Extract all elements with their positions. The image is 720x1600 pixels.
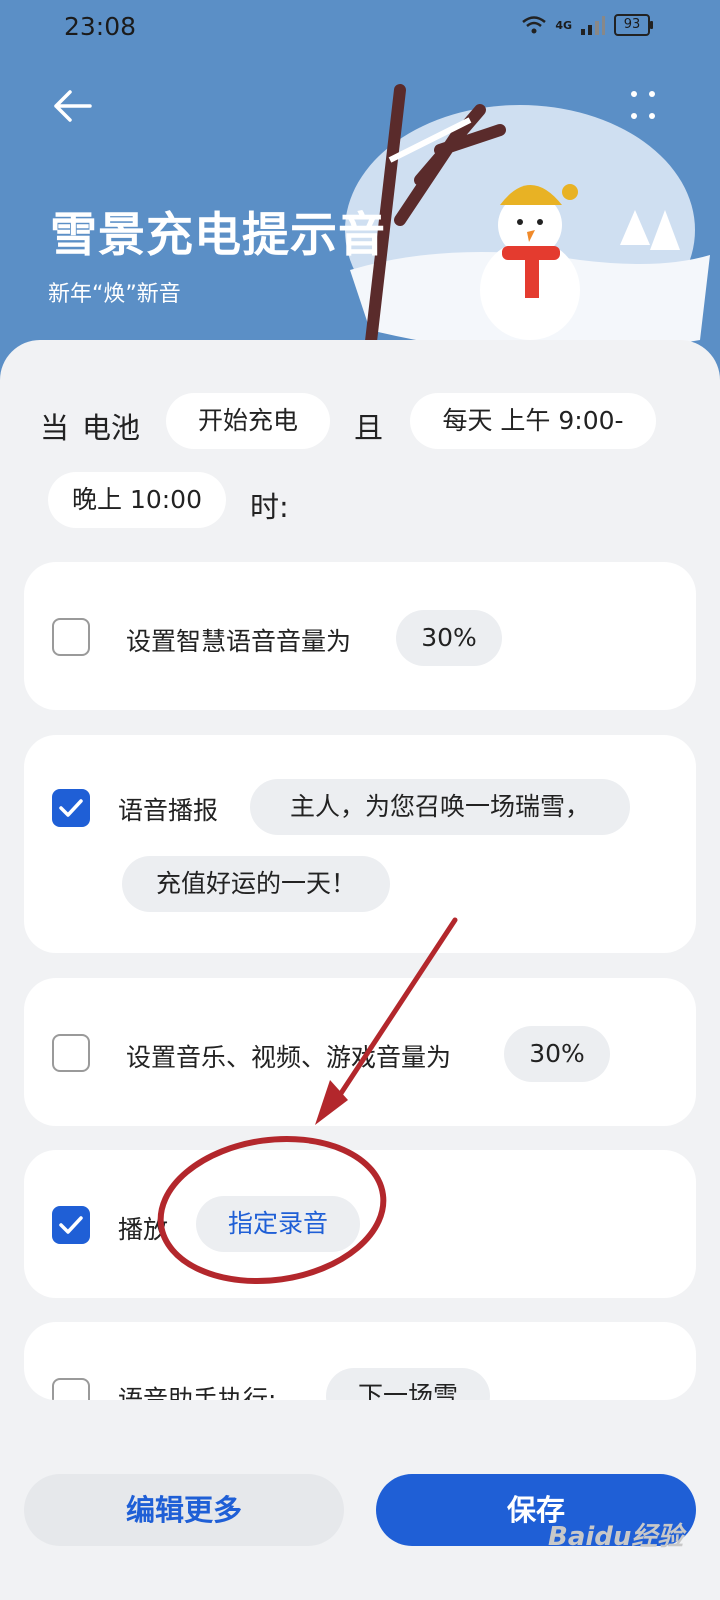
- content-sheet: [0, 340, 720, 1600]
- media-volume-value-pill[interactable]: 30%: [504, 1026, 610, 1082]
- condition-subject: 电池: [82, 411, 141, 445]
- action-card-play-recording: 播放 指定录音: [24, 1150, 696, 1298]
- action-label: 语音助手执行:: [118, 1385, 277, 1400]
- checkbox-voice-broadcast[interactable]: [52, 789, 90, 827]
- back-arrow-icon[interactable]: [50, 84, 94, 128]
- edit-more-button[interactable]: 编辑更多: [24, 1474, 344, 1546]
- action-label: 设置音乐、视频、游戏音量为: [126, 1043, 452, 1072]
- battery-state-chip[interactable]: 开始充电: [166, 393, 330, 449]
- action-label: 设置智慧语音音量为: [126, 627, 352, 656]
- more-dots-icon[interactable]: [628, 88, 660, 124]
- network-type: 4G: [555, 18, 572, 32]
- signal-icon: [581, 16, 605, 35]
- check-icon: [59, 799, 83, 817]
- snowman-illustration: [345, 84, 710, 356]
- checkbox-smart-voice-volume[interactable]: [52, 618, 90, 656]
- checkbox-voice-assistant[interactable]: [52, 1378, 90, 1400]
- watermark-text: Baidu经验: [548, 1522, 684, 1552]
- specified-recording-pill[interactable]: 指定录音: [196, 1196, 360, 1252]
- baidu-watermark: Baidu经验: [548, 1516, 683, 1553]
- action-label: 播放: [118, 1215, 169, 1244]
- wifi-icon: [522, 16, 547, 34]
- action-card-media-volume: 设置音乐、视频、游戏音量为 30%: [24, 978, 696, 1126]
- page-title: 雪景充电提示音: [50, 208, 386, 263]
- battery-level: 93: [623, 17, 641, 32]
- status-icons: 4G 93: [521, 14, 653, 36]
- checkbox-play-recording[interactable]: [52, 1206, 90, 1244]
- action-card-voice-assistant: 语音助手执行: 下一场雪: [24, 1322, 696, 1400]
- broadcast-text-pill-line1[interactable]: 主人，为您召唤一场瑞雪，: [250, 779, 630, 835]
- status-bar: 23:08 4G 93: [0, 0, 720, 56]
- action-label: 语音播报: [118, 796, 219, 825]
- page-subtitle: 新年“焕”新音: [48, 282, 181, 307]
- battery-icon: 93: [614, 14, 653, 36]
- status-time: 23:08: [64, 12, 137, 41]
- time-range-chip[interactable]: 每天 上午 9:00-: [410, 393, 656, 449]
- action-card-voice-broadcast: 语音播报 主人，为您召唤一场瑞雪， 充值好运的一天！: [24, 735, 696, 953]
- volume-value-pill[interactable]: 30%: [396, 610, 502, 666]
- assistant-command-pill[interactable]: 下一场雪: [326, 1368, 490, 1400]
- broadcast-text-pill-line2[interactable]: 充值好运的一天！: [122, 856, 390, 912]
- condition-when: 当: [40, 411, 70, 445]
- condition-and: 且: [354, 411, 384, 445]
- action-card-smart-voice-volume: 设置智慧语音音量为 30%: [24, 562, 696, 710]
- check-icon: [59, 1216, 83, 1234]
- condition-suffix: 时:: [250, 490, 289, 524]
- checkbox-media-volume[interactable]: [52, 1034, 90, 1072]
- time-range-end-chip[interactable]: 晚上 10:00: [48, 472, 226, 528]
